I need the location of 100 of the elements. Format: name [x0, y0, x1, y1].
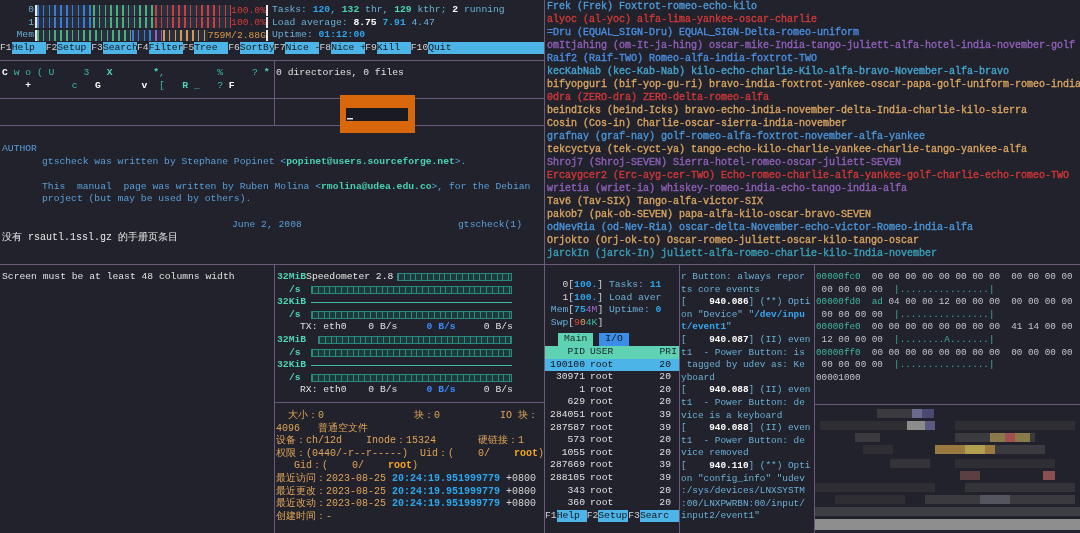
table-cell-text: root [589, 446, 615, 460]
log-line: :00/LNXPWRBN:00/input/ [681, 497, 805, 511]
word-line: beindIcks (beind-Icks) bravo-echo-india-november-delta-India-charlie-kilo-sierra [547, 104, 1028, 117]
table-cell-text: 39 [659, 408, 672, 422]
table-cell-text: 190100 [549, 358, 585, 372]
word-line: Shroj7 (Shroj-SEVEN) Sierra-hotel-romeo-oscar-juliett-SEVEN [547, 156, 902, 169]
hexdump-line: 00 00 00 00 |................| [820, 359, 995, 372]
rate-reading: 0 B/s [368, 384, 399, 397]
hexdump-line: 00 00 00 00 |................| [820, 308, 995, 322]
log-line: on "Device" "/dev/inpu [681, 308, 805, 322]
table-cell-text: 360 [566, 497, 585, 510]
process-row[interactable]: 287587 root 39 [545, 421, 679, 435]
log-line: yboard [681, 371, 715, 385]
word-line: Tav6 (Tav-SIX) Tango-alfa-victor-SIX [547, 195, 764, 208]
table-cell-text: root [589, 497, 615, 510]
table-cell-text: 20 [659, 497, 672, 510]
process-row[interactable]: 284051 root 39 [545, 408, 679, 422]
terminal-line: 0[100.] Tasks: 11 [561, 279, 662, 292]
column-header: PRI [659, 345, 678, 359]
log-line: t1 - Power Button: is [681, 346, 805, 360]
process-row[interactable]: 30971 root 20 [545, 371, 679, 384]
meter-reading: 100.0% [231, 4, 266, 16]
log-line: t1 - Power Button: de [681, 396, 805, 410]
word-line: Ercaygcer2 (Erc-ayg-cer-TWO) Echo-romeo-charlie-alfa-yankee-golf-charlie-echo-romeo-TWO [547, 169, 1070, 182]
table-cell-text: 20 [659, 383, 672, 397]
tab[interactable]: Main [558, 333, 594, 346]
table-cell-text: 39 [659, 459, 672, 472]
unit-label: /s [289, 371, 302, 385]
log-line: input2/event1" [681, 510, 760, 523]
footer-title: gtscheck(1) [458, 218, 522, 232]
terminal-line: 权限：(0440/-r--r-----) Uid：( 0/ root) [276, 447, 545, 460]
scale-label: 32MiB [277, 333, 307, 347]
log-line: :/sys/devices/LNXSYSTM [681, 485, 805, 498]
hexdump-line: 00001000 [816, 371, 861, 385]
rate-reading: 0 B/s [368, 321, 399, 334]
word-line: =Dru (EQUAL_SIGN-Dru) EQUAL_SIGN-Delta-romeo-uniform [547, 26, 860, 39]
unit-label: /s [289, 308, 302, 322]
table-cell-text: 20 [659, 371, 672, 384]
table-cell-text: 288105 [549, 471, 585, 485]
rate-reading: 0 B/s [483, 384, 514, 397]
column-header: USER [589, 345, 615, 359]
table-cell-text: 20 [659, 396, 672, 409]
table-cell-text: 629 [566, 396, 585, 409]
log-line: [ 940.088] (II) even [681, 422, 811, 435]
hexdump-line: 12 00 00 00 |........A.......| [820, 333, 995, 347]
word-line: Orjokto (Orj-ok-to) Oscar-romeo-juliett-oscar-kilo-tango-oscar [547, 234, 920, 247]
terminal-line: 4096 普通空文件 [276, 422, 368, 435]
terminal-line: 最近改动：2023-08-25 20:24:19.951999779 +0800 [276, 498, 537, 511]
table-cell-text: root [589, 459, 615, 472]
meter-reading: 759M/2.88G [207, 30, 266, 41]
process-row[interactable]: 1 root 20 [545, 383, 679, 397]
table-cell-text: 1 [578, 383, 585, 397]
table-cell-text: root [589, 434, 615, 447]
table-cell-text: 343 [566, 484, 585, 498]
hexdump-line: 00000fc0 00 00 00 00 00 00 00 00 00 00 00 00 [816, 271, 1073, 284]
meter-reading: 100.0% [231, 17, 266, 29]
terminal-line: Gid：( 0/ root) [293, 460, 419, 472]
process-row[interactable]: 343 root 20 [545, 484, 679, 498]
log-line: r Button: always repor [681, 271, 805, 284]
column-header: PID [566, 345, 585, 359]
table-cell-text: root [589, 484, 615, 498]
word-line: jarckIn (jarck-In) juliett-alfa-romeo-charlie-kilo-India-november [547, 247, 938, 260]
interface-label: TX: eth0 [300, 321, 348, 334]
word-line: odNevRia (od-Nev-Ria) oscar-delta-November-echo-victor-Romeo-india-alfa [547, 221, 974, 234]
process-row[interactable]: 573 root 20 [545, 434, 679, 447]
word-line: grafnay (graf-nay) golf-romeo-alfa-foxtrot-november-alfa-yankee [547, 130, 926, 143]
log-line: [ 940.086] (**) Opti [681, 296, 811, 309]
log-line: t1 - Power Button: de [681, 434, 805, 448]
word-line: Frek (Frek) Foxtrot-romeo-echo-kilo [547, 0, 758, 13]
terminal-line: 最近访问：2023-08-25 20:24:19.951999779 +0800 [276, 472, 537, 486]
process-row[interactable]: 360 root 20 [545, 497, 679, 510]
terminal-line: Uptime: 01:12:00 [272, 29, 366, 42]
terminal-line: Mem[754M] Uptime: 0 [549, 304, 662, 317]
word-line: alyoc (al-yoc) alfa-lima-yankee-oscar-charlie [547, 13, 818, 26]
tab[interactable]: I/O [599, 333, 629, 346]
word-line: omItjahing (om-It-ja-hing) oscar-mike-India-tango-juliett-alfa-hotel-india-november-golf [547, 39, 1076, 52]
table-cell-text: 30971 [554, 371, 585, 384]
table-cell-text: root [589, 396, 615, 409]
word-line: bifyopguri (bif-yop-gu-ri) bravo-india-foxtrot-yankee-oscar-papa-golf-uniform-romeo-india [547, 78, 1080, 91]
process-row[interactable]: 287669 root 39 [545, 459, 679, 472]
log-line: vice removed [681, 447, 749, 460]
word-line: Cosin (Cos-in) Charlie-oscar-sierra-india-november [547, 117, 848, 130]
table-cell-text: 284051 [549, 408, 585, 422]
rate-reading: 0 B/s [426, 384, 457, 397]
hexdump-line: 00000fe0 00 00 00 00 00 00 00 00 41 14 00 00 [816, 321, 1073, 334]
process-row[interactable]: 1055 root 20 [545, 446, 679, 460]
interface-label: RX: eth0 [300, 384, 348, 397]
log-line: [ 940.110] (**) Opti [681, 459, 811, 473]
hexdump-line: 00 00 00 00 |................| [820, 283, 995, 297]
table-cell-text: root [589, 471, 615, 485]
terminal-line: 0 directories, 0 files [276, 67, 404, 80]
process-row[interactable]: 629 root 20 [545, 396, 679, 409]
terminal-line: 最近更改：2023-08-25 20:24:19.951999779 +0800 [276, 485, 537, 498]
unit-label: /s [289, 346, 302, 360]
process-row[interactable]: 288105 root 39 [545, 471, 679, 485]
word-line: 0dra (ZERO-dra) ZERO-delta-romeo-alfa [547, 91, 770, 104]
footer-date: June 2, 2008 [232, 218, 302, 232]
terminal-line: Swp[904K] [549, 316, 604, 330]
table-cell-text: 20 [659, 446, 672, 460]
matrix-line: + c G v [ R _ ? F [24, 79, 235, 93]
